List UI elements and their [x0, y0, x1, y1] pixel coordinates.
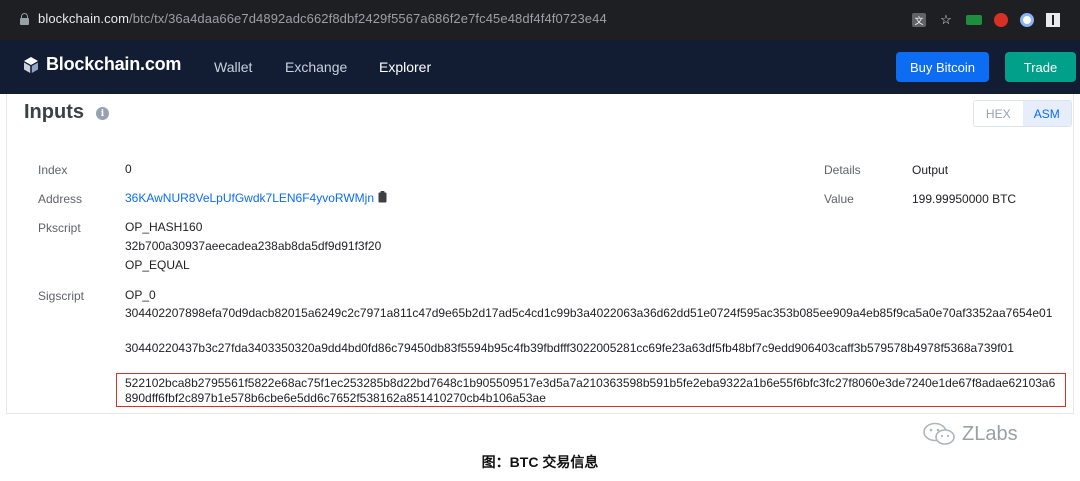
- watermark-text: ZLabs: [962, 422, 1018, 445]
- sigscript-label: Sigscript: [38, 289, 85, 303]
- index-value: 0: [125, 162, 132, 176]
- pkscript-line-3: OP_EQUAL: [125, 258, 190, 272]
- index-label: Index: [38, 163, 68, 177]
- site-navbar: Blockchain.com Wallet Exchange Explorer …: [0, 40, 1080, 94]
- buy-bitcoin-button[interactable]: Buy Bitcoin: [896, 52, 989, 82]
- lock-icon: [20, 13, 29, 25]
- brand-name: Blockchain.com: [46, 54, 182, 74]
- ring-extension-icon[interactable]: [1020, 13, 1034, 27]
- red-extension-icon[interactable]: [994, 13, 1008, 27]
- brand-logo[interactable]: Blockchain.com: [22, 54, 181, 75]
- pkscript-line-2: 32b700a30937aeecadea238ab8da5df9d91f3f20: [125, 239, 382, 253]
- pkscript-label: Pkscript: [38, 221, 81, 235]
- sigscript-signature-1: 304402207898efa70d9dacb82015a6249c2c7971…: [125, 306, 1053, 320]
- info-icon[interactable]: i: [96, 107, 109, 120]
- url-domain: blockchain.com: [38, 11, 129, 26]
- redeem-script-highlight: [116, 373, 1066, 407]
- details-output-link[interactable]: Output: [912, 163, 948, 177]
- sigscript-signature-2: 30440220437b3c27fda3403350320a9dd4bd0fd8…: [125, 341, 1014, 355]
- green-extension-icon[interactable]: [966, 15, 982, 25]
- address-bar[interactable]: blockchain.com/btc/tx/36a4daa66e7d4892ad…: [38, 11, 607, 26]
- hex-asm-toggle: HEX ASM: [973, 100, 1072, 127]
- sigscript-op: OP_0: [125, 288, 156, 302]
- figure-caption: 图：BTC 交易信息: [481, 454, 599, 470]
- inputs-heading: Inputs: [24, 101, 84, 123]
- nav-explorer[interactable]: Explorer: [379, 59, 431, 75]
- address-row: 36KAwNUR8VeLpUfGwdk7LEN6F4yvoRWMjn: [125, 189, 387, 208]
- address-link[interactable]: 36KAwNUR8VeLpUfGwdk7LEN6F4yvoRWMjn: [125, 191, 374, 205]
- browser-toolbar: blockchain.com/btc/tx/36a4daa66e7d4892ad…: [0, 0, 1080, 40]
- translate-icon[interactable]: 文: [912, 13, 926, 27]
- trade-button[interactable]: Trade: [1005, 52, 1076, 82]
- star-icon[interactable]: ☆: [938, 12, 954, 28]
- address-label: Address: [38, 192, 83, 206]
- value-label: Value: [824, 192, 854, 206]
- asm-toggle-button[interactable]: ASM: [1022, 101, 1071, 126]
- details-label: Details: [824, 163, 861, 177]
- value-amount: 199.99950000 BTC: [912, 192, 1017, 206]
- nav-wallet[interactable]: Wallet: [214, 59, 252, 75]
- qr-code-icon[interactable]: [1046, 13, 1060, 27]
- url-path: /btc/tx/36a4daa66e7d4892adc662f8dbf2429f…: [129, 11, 607, 26]
- wechat-icon: [923, 422, 955, 445]
- clipboard-icon[interactable]: [378, 191, 387, 203]
- pkscript-line-1: OP_HASH160: [125, 220, 203, 234]
- browser-extension-bar: 文 ☆: [912, 10, 1060, 30]
- watermark: ZLabs: [922, 422, 1018, 446]
- nav-exchange[interactable]: Exchange: [285, 59, 347, 75]
- blockchain-logo-icon: [24, 56, 38, 73]
- hex-toggle-button[interactable]: HEX: [974, 101, 1023, 126]
